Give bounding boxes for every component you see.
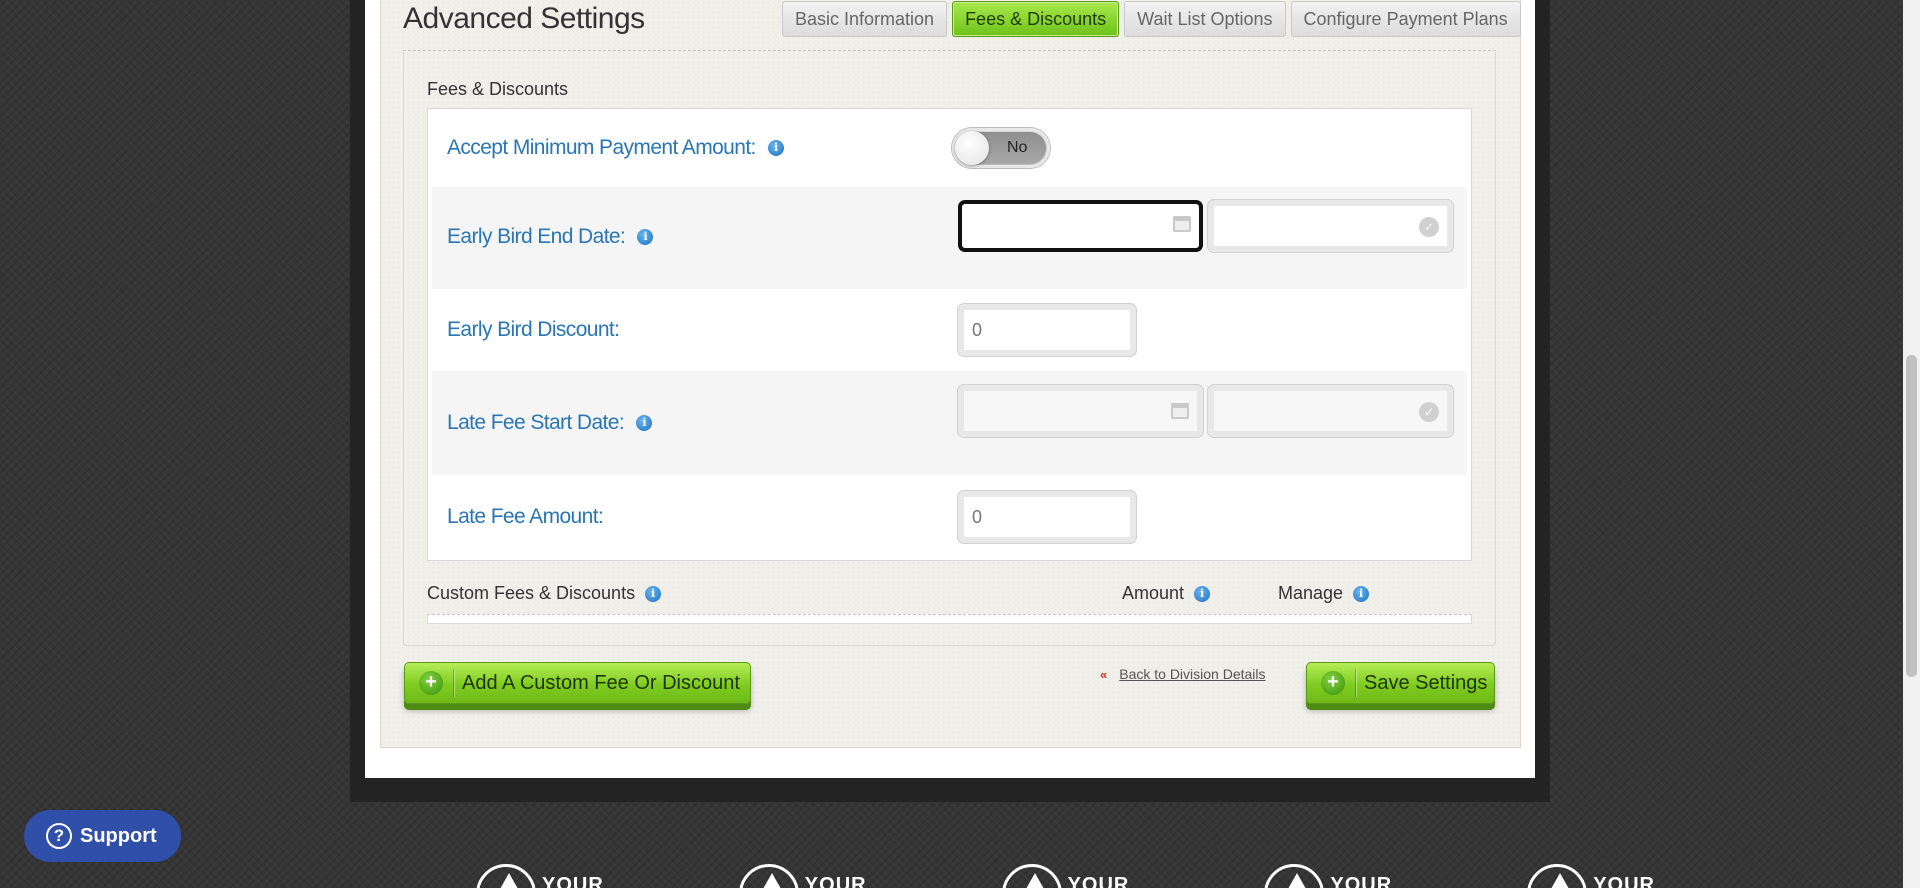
logo-emblem-icon — [1001, 864, 1062, 888]
back-link-text[interactable]: Back to Division Details — [1119, 666, 1265, 682]
row-late-fee-start-date: Late Fee Start Date: i ✓ — [432, 371, 1467, 475]
row-late-fee-amount: Late Fee Amount: — [432, 475, 1467, 561]
late-fee-amount-label: Late Fee Amount: — [447, 505, 604, 528]
button-separator — [453, 669, 454, 697]
footer-logo[interactable]: YOUR — [738, 864, 867, 888]
add-custom-fee-button[interactable]: + Add A Custom Fee Or Discount — [404, 662, 751, 704]
support-button[interactable]: ? Support — [24, 810, 181, 862]
tab-wait-list-options[interactable]: Wait List Options — [1124, 1, 1286, 37]
save-settings-label: Save Settings — [1364, 671, 1488, 694]
info-icon[interactable]: i — [1194, 585, 1211, 602]
support-label: Support — [80, 824, 157, 847]
scrollbar-thumb[interactable] — [1906, 355, 1917, 677]
footer-logo[interactable]: YOUR — [1001, 864, 1130, 888]
manage-column-label: Manage — [1278, 583, 1344, 603]
question-icon: ? — [46, 823, 72, 849]
plus-circle-icon: + — [419, 671, 443, 695]
custom-fees-list — [427, 614, 1472, 624]
custom-fees-header: Custom Fees & Discounts i — [427, 583, 662, 604]
late-fee-amount-label-group: Late Fee Amount: — [447, 505, 604, 529]
early-bird-end-label: Early Bird End Date: — [447, 225, 626, 248]
min-payment-label-group: Accept Minimum Payment Amount: i — [447, 136, 784, 160]
logo-word: YOUR — [1593, 874, 1655, 888]
late-fee-start-label: Late Fee Start Date: — [447, 411, 625, 434]
manage-column-header: Manage i — [1278, 583, 1370, 604]
amount-column-label: Amount — [1122, 583, 1185, 603]
late-fee-start-date-field[interactable] — [958, 385, 1203, 437]
early-bird-end-label-group: Early Bird End Date: i — [447, 225, 654, 249]
page-title: Advanced Settings — [403, 2, 645, 35]
info-icon[interactable]: i — [645, 585, 662, 602]
fees-form: Accept Minimum Payment Amount: i No Earl… — [427, 108, 1472, 561]
calendar-icon[interactable] — [1171, 403, 1189, 419]
logo-emblem-icon — [738, 864, 799, 888]
clock-icon[interactable]: ✓ — [1419, 217, 1439, 237]
footer-logo[interactable]: YOUR — [1264, 864, 1392, 888]
late-fee-start-time-field[interactable]: ✓ — [1208, 385, 1453, 437]
logo-emblem-icon — [1527, 864, 1588, 888]
late-fee-amount-input[interactable] — [964, 497, 1130, 537]
button-separator — [1355, 669, 1356, 697]
tab-configure-payment-plans[interactable]: Configure Payment Plans — [1290, 1, 1521, 37]
info-icon[interactable]: i — [637, 229, 654, 245]
footer-logos: YOUR YOUR YOUR YOUR YOUR — [476, 864, 1655, 888]
logo-word: YOUR — [804, 874, 867, 888]
late-fee-start-time-input[interactable] — [1214, 391, 1447, 431]
late-fee-start-date-input[interactable] — [964, 391, 1197, 431]
min-payment-toggle[interactable]: No — [952, 128, 1050, 168]
tab-basic-information[interactable]: Basic Information — [782, 1, 948, 37]
info-icon[interactable]: i — [636, 415, 653, 431]
info-icon[interactable]: i — [1353, 585, 1370, 602]
footer-logo[interactable]: YOUR — [476, 864, 604, 888]
early-bird-end-time-input[interactable] — [1214, 206, 1447, 246]
plus-circle-icon: + — [1321, 671, 1345, 695]
logo-emblem-icon — [1264, 864, 1325, 888]
logo-emblem-icon — [476, 864, 536, 888]
early-bird-discount-label-group: Early Bird Discount: — [447, 318, 620, 342]
add-custom-fee-label: Add A Custom Fee Or Discount — [462, 671, 740, 694]
info-icon[interactable]: i — [767, 140, 784, 156]
row-min-payment: Accept Minimum Payment Amount: i No — [432, 109, 1467, 187]
early-bird-end-time-field[interactable]: ✓ — [1208, 200, 1453, 252]
clock-icon[interactable]: ✓ — [1419, 402, 1439, 422]
row-early-bird-discount: Early Bird Discount: — [432, 289, 1467, 371]
early-bird-discount-field[interactable] — [958, 304, 1136, 356]
custom-fees-column-label: Custom Fees & Discounts — [427, 583, 636, 603]
late-fee-start-label-group: Late Fee Start Date: i — [447, 411, 653, 435]
title-divider — [403, 50, 1496, 51]
early-bird-end-date-input[interactable] — [962, 204, 1199, 248]
calendar-icon[interactable] — [1173, 216, 1191, 232]
double-chevron-left-icon: « — [1100, 666, 1108, 682]
amount-column-header: Amount i — [1122, 583, 1211, 604]
logo-word: YOUR — [1067, 874, 1130, 888]
min-payment-label: Accept Minimum Payment Amount: — [447, 136, 756, 159]
logo-word: YOUR — [542, 874, 604, 888]
settings-tabs: Basic Information Fees & Discounts Wait … — [782, 1, 1521, 37]
save-settings-button[interactable]: + Save Settings — [1306, 662, 1495, 704]
early-bird-discount-label: Early Bird Discount: — [447, 318, 620, 341]
page-scrollbar[interactable] — [1903, 0, 1920, 888]
toggle-state-text: No — [1007, 139, 1028, 156]
toggle-knob — [955, 131, 989, 165]
logo-word: YOUR — [1330, 874, 1393, 888]
early-bird-discount-input[interactable] — [964, 310, 1130, 350]
tab-fees-discounts[interactable]: Fees & Discounts — [952, 1, 1120, 37]
late-fee-amount-field[interactable] — [958, 491, 1136, 543]
early-bird-end-date-field[interactable] — [958, 200, 1203, 252]
back-to-division-link[interactable]: « Back to Division Details — [1100, 666, 1266, 682]
footer-logo[interactable]: YOUR — [1527, 864, 1655, 888]
section-title: Fees & Discounts — [427, 79, 569, 99]
row-early-bird-end-date: Early Bird End Date: i ✓ — [432, 187, 1467, 289]
